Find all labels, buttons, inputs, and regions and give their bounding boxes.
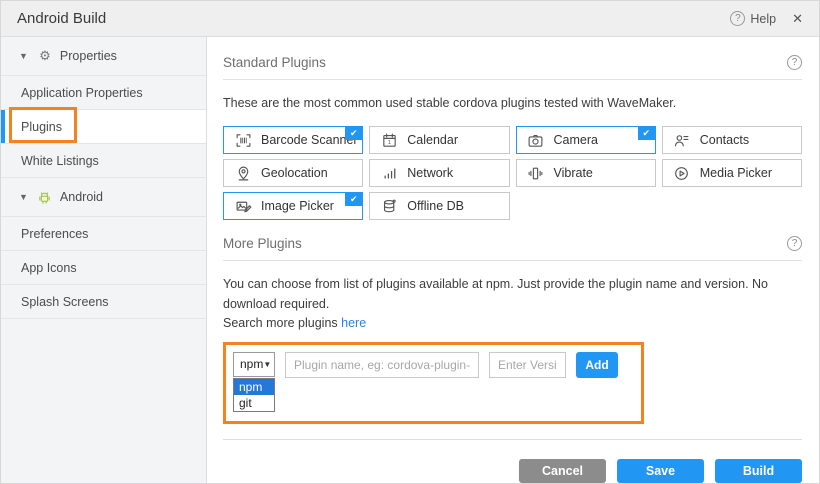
plugin-label: Media Picker: [700, 166, 772, 180]
standard-plugins-header: Standard Plugins ?: [223, 37, 802, 80]
standard-plugins-description: These are the most common used stable co…: [223, 94, 802, 113]
plugin-contacts[interactable]: Contacts: [662, 126, 802, 154]
barcode-scanner-icon: [234, 131, 252, 149]
source-select-dropdown: npmgit: [233, 378, 275, 412]
plugin-offline-db[interactable]: Offline DB: [369, 192, 509, 220]
version-input[interactable]: [489, 352, 566, 378]
source-select-button[interactable]: npm ▼: [233, 352, 275, 377]
form-annotation-box: npm ▼ npmgit Add: [223, 342, 644, 424]
geolocation-icon: [234, 164, 252, 182]
plugin-label: Geolocation: [261, 166, 328, 180]
source-option-git[interactable]: git: [234, 395, 274, 411]
source-select: npm ▼ npmgit: [233, 352, 275, 377]
standard-plugins-title: Standard Plugins: [223, 55, 326, 70]
dialog-header: Android Build ? Help ✕: [1, 1, 819, 37]
checked-badge-icon: ✔: [345, 127, 362, 140]
sidebar-item-label: Application Properties: [21, 86, 143, 100]
sidebar-item-splash-screens[interactable]: Splash Screens: [1, 285, 206, 319]
save-button[interactable]: Save: [617, 459, 704, 483]
help-label: Help: [750, 12, 776, 26]
plugin-geolocation[interactable]: Geolocation: [223, 159, 363, 187]
sidebar-item-label: Android: [60, 190, 103, 204]
checked-badge-icon: ✔: [638, 127, 655, 140]
sidebar-item-label: Splash Screens: [21, 295, 109, 309]
cancel-button[interactable]: Cancel: [519, 459, 606, 483]
plugin-label: Image Picker: [261, 199, 334, 213]
offline-db-icon: [380, 197, 398, 215]
source-option-npm[interactable]: npm: [234, 379, 274, 395]
sidebar-item-application-properties[interactable]: Application Properties: [1, 76, 206, 110]
caret-down-icon: ▼: [19, 51, 28, 61]
sidebar-item-label: Plugins: [21, 120, 62, 134]
plugin-name-input[interactable]: [285, 352, 479, 378]
close-icon[interactable]: ✕: [792, 11, 803, 27]
sidebar-item-label: White Listings: [21, 154, 99, 168]
plugin-network[interactable]: Network: [369, 159, 509, 187]
plugin-image-picker[interactable]: Image Picker ✔: [223, 192, 363, 220]
chevron-down-icon: ▼: [263, 360, 271, 369]
more-plugins-description-text: You can choose from list of plugins avai…: [223, 277, 768, 310]
plugin-calendar[interactable]: 1 Calendar: [369, 126, 509, 154]
image-picker-icon: [234, 197, 252, 215]
calendar-icon: 1: [380, 131, 398, 149]
help-circle-icon: ?: [730, 11, 745, 26]
plugin-barcode-scanner[interactable]: Barcode Scanner✔: [223, 126, 363, 154]
plugin-vibrate[interactable]: Vibrate: [516, 159, 656, 187]
plugin-label: Network: [407, 166, 453, 180]
dialog-footer: Cancel Save Build: [223, 439, 802, 483]
media-picker-icon: [673, 164, 691, 182]
plugin-label: Vibrate: [554, 166, 593, 180]
active-item-indicator: [1, 110, 5, 143]
network-icon: [380, 164, 398, 182]
standard-plugins-help-icon[interactable]: ?: [787, 55, 802, 70]
contacts-icon: [673, 131, 691, 149]
search-more-link[interactable]: here: [341, 316, 366, 330]
more-plugins-description: You can choose from list of plugins avai…: [223, 275, 802, 333]
android-build-dialog: Android Build ? Help ✕ ▼ ⚙ Properties Appli…: [0, 0, 820, 484]
build-button[interactable]: Build: [715, 459, 802, 483]
add-button[interactable]: Add: [576, 352, 618, 378]
help-button[interactable]: ? Help: [730, 11, 776, 26]
sidebar-item-app-icons[interactable]: App Icons: [1, 251, 206, 285]
vibrate-icon: [527, 164, 545, 182]
plugin-label: Camera: [554, 133, 598, 147]
page-title: Android Build: [17, 10, 106, 27]
main-content: Standard Plugins ? These are the most co…: [207, 37, 819, 483]
plugin-camera[interactable]: Camera ✔: [516, 126, 656, 154]
sidebar: ▼ ⚙ Properties Application Properties Plugin…: [1, 37, 207, 483]
checked-badge-icon: ✔: [345, 193, 362, 206]
sidebar-item-preferences[interactable]: Preferences: [1, 217, 206, 251]
sidebar-item-properties[interactable]: ▼ ⚙ Properties: [1, 37, 206, 76]
more-plugins-title: More Plugins: [223, 236, 302, 251]
standard-plugins-grid: Barcode Scanner✔1CalendarCamera✔Contacts…: [223, 126, 802, 220]
more-plugins-header: More Plugins ?: [223, 220, 802, 261]
sidebar-item-android[interactable]: ▼ Android: [1, 178, 206, 217]
sidebar-item-label: Preferences: [21, 227, 88, 241]
plugin-label: Calendar: [407, 133, 458, 147]
add-plugin-form: npm ▼ npmgit Add: [233, 352, 618, 378]
plugin-label: Contacts: [700, 133, 749, 147]
more-plugins-help-icon[interactable]: ?: [787, 236, 802, 251]
source-select-value: npm: [240, 357, 263, 371]
plugin-label: Offline DB: [407, 199, 464, 213]
plugin-media-picker[interactable]: Media Picker: [662, 159, 802, 187]
gear-icon: ⚙: [37, 48, 53, 64]
camera-icon: [527, 131, 545, 149]
sidebar-item-label: App Icons: [21, 261, 77, 275]
android-icon: [37, 190, 53, 205]
search-more-text: Search more plugins: [223, 316, 338, 330]
plugin-label: Barcode Scanner: [261, 133, 358, 147]
sidebar-item-plugins[interactable]: Plugins: [1, 110, 206, 144]
caret-down-icon: ▼: [19, 192, 28, 202]
sidebar-item-white-listings[interactable]: White Listings: [1, 144, 206, 178]
sidebar-item-label: Properties: [60, 49, 117, 63]
svg-text:1: 1: [388, 140, 391, 146]
